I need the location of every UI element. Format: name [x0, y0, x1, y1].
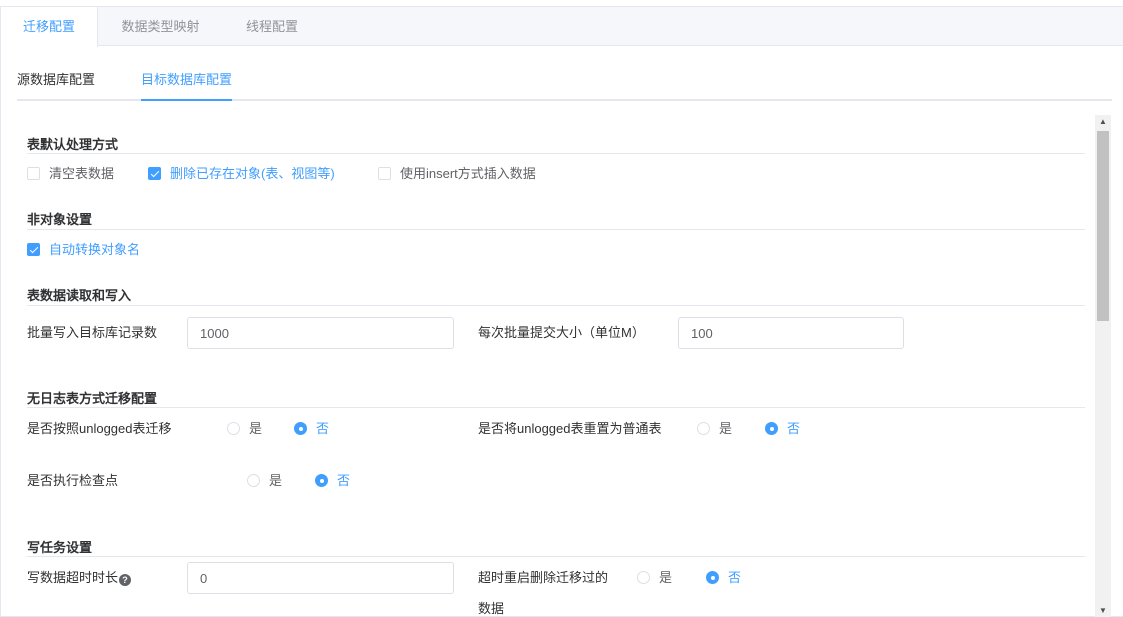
unlogged-reset-yes-radio[interactable]: 是	[697, 421, 732, 437]
unlogged-migrate-no-radio[interactable]: 否	[294, 421, 329, 437]
radio-label: 是	[659, 570, 673, 585]
divider	[27, 407, 1085, 408]
use-insert-mode-checkbox[interactable]: 使用insert方式插入数据	[378, 166, 536, 182]
section-title-read-write: 表数据读取和写入	[27, 288, 132, 303]
config-form: 表默认处理方式 清空表数据 删除已存在对象(表、视图等) 使用insert方式插…	[27, 115, 1087, 617]
unlogged-reset-no-radio[interactable]: 否	[765, 421, 800, 437]
help-icon[interactable]: ?	[119, 574, 132, 586]
checkpoint-label: 是否执行检查点	[27, 473, 119, 488]
tab-migration-config[interactable]: 迁移配置	[1, 7, 98, 47]
section-title-unlogged: 无日志表方式迁移配置	[27, 391, 158, 406]
checkbox-label: 自动转换对象名	[49, 242, 141, 257]
section-title-table-default: 表默认处理方式	[27, 137, 119, 152]
checkmark-icon[interactable]	[27, 243, 40, 256]
unlogged-reset-label: 是否将unlogged表重置为普通表	[478, 421, 662, 436]
radio-label: 否	[787, 421, 801, 436]
checkmark-icon[interactable]	[148, 167, 161, 180]
timeout-restart-label-cont: 数据	[478, 601, 505, 616]
radio-dot[interactable]	[765, 422, 778, 435]
tab-thread-config[interactable]: 线程配置	[223, 7, 321, 46]
radio-label: 是	[249, 421, 263, 436]
divider	[27, 556, 1085, 557]
checkbox-label: 清空表数据	[49, 166, 115, 181]
batch-records-input[interactable]	[187, 317, 454, 349]
radio-label: 是	[719, 421, 733, 436]
timeout-restart-yes-radio[interactable]: 是	[637, 570, 672, 586]
radio-dot[interactable]	[294, 422, 307, 435]
auto-convert-object-name-checkbox[interactable]: 自动转换对象名	[27, 242, 140, 258]
radio-dot[interactable]	[637, 571, 650, 584]
tab-data-type-mapping[interactable]: 数据类型映射	[98, 7, 223, 46]
checkbox-label: 使用insert方式插入数据	[400, 166, 536, 181]
unlogged-migrate-yes-radio[interactable]: 是	[227, 421, 262, 437]
radio-dot[interactable]	[697, 422, 710, 435]
divider	[27, 229, 1085, 230]
radio-label: 否	[337, 473, 351, 488]
divider	[27, 153, 1085, 154]
scroll-down-icon[interactable]: ▼	[1095, 604, 1111, 617]
section-title-non-object: 非对象设置	[27, 212, 93, 227]
radio-label: 否	[728, 570, 742, 585]
divider	[27, 305, 1085, 306]
radio-dot[interactable]	[227, 422, 240, 435]
batch-records-label: 批量写入目标库记录数	[27, 325, 158, 340]
radio-dot[interactable]	[247, 474, 260, 487]
batch-size-input[interactable]	[678, 317, 904, 349]
scroll-thumb[interactable]	[1097, 131, 1109, 321]
batch-size-label: 每次批量提交大小（单位M）	[478, 325, 645, 340]
write-timeout-label: 写数据超时时长?	[27, 570, 132, 586]
timeout-restart-no-radio[interactable]: 否	[706, 570, 741, 586]
checkpoint-yes-radio[interactable]: 是	[247, 473, 282, 489]
checkpoint-no-radio[interactable]: 否	[315, 473, 350, 489]
radio-label: 是	[269, 473, 283, 488]
radio-label: 否	[316, 421, 330, 436]
checkbox-box[interactable]	[27, 167, 40, 180]
radio-dot[interactable]	[706, 571, 719, 584]
sub-tab-bar: 源数据库配置 目标数据库配置	[17, 65, 1112, 101]
migration-config-panel: 迁移配置 数据类型映射 线程配置 源数据库配置 目标数据库配置 表默认处理方式 …	[0, 6, 1123, 617]
drop-existing-objects-checkbox[interactable]: 删除已存在对象(表、视图等)	[148, 166, 335, 182]
scroll-up-icon[interactable]: ▲	[1095, 115, 1111, 129]
tab-source-db-config[interactable]: 源数据库配置	[17, 65, 95, 99]
clear-table-data-checkbox[interactable]: 清空表数据	[27, 166, 114, 182]
write-timeout-label-text: 写数据超时时长	[27, 570, 119, 585]
section-title-write-task: 写任务设置	[27, 540, 93, 555]
checkbox-box[interactable]	[378, 167, 391, 180]
unlogged-migrate-label: 是否按照unlogged表迁移	[27, 421, 172, 436]
vertical-scrollbar[interactable]: ▲ ▼	[1095, 115, 1111, 617]
radio-dot[interactable]	[315, 474, 328, 487]
top-tab-bar: 迁移配置 数据类型映射 线程配置	[1, 7, 1123, 47]
tab-target-db-config[interactable]: 目标数据库配置	[141, 65, 233, 101]
write-timeout-input[interactable]	[187, 562, 454, 594]
checkbox-label: 删除已存在对象(表、视图等)	[170, 166, 335, 181]
timeout-restart-label: 超时重启删除迁移过的	[478, 570, 609, 585]
